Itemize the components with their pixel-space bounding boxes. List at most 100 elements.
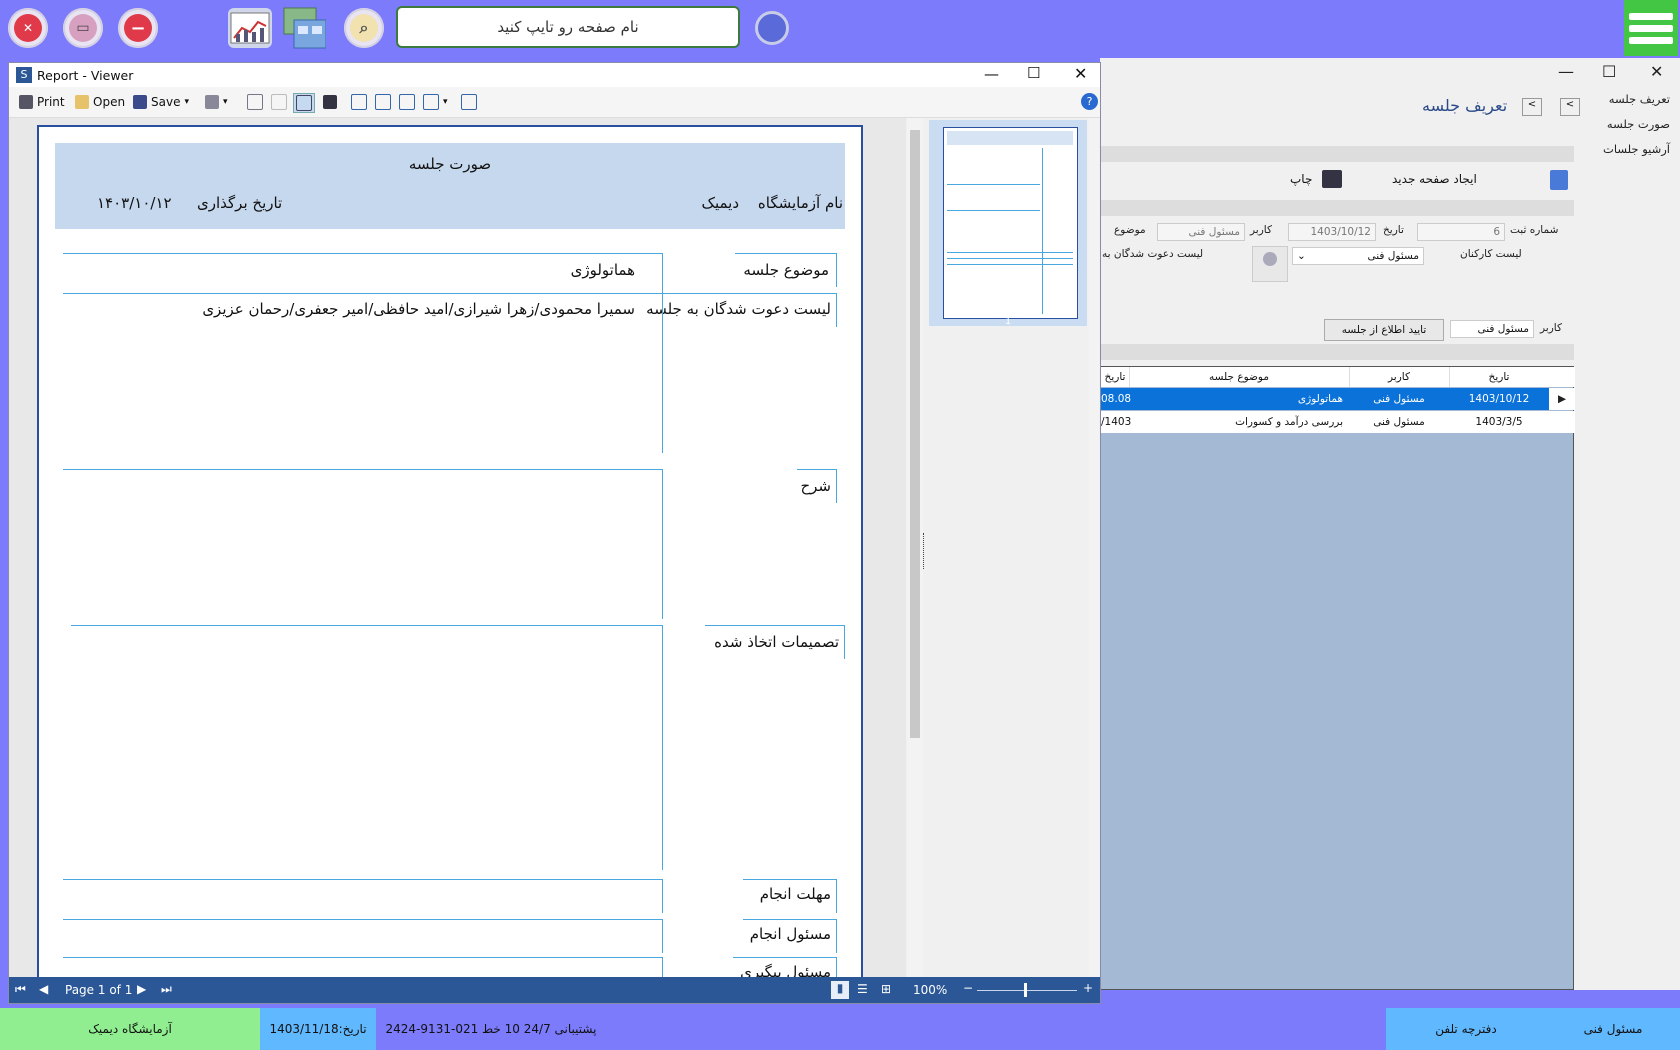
table-row[interactable]: 1403/10/12 مسئول فنی هماتولوژی 08.08 ▶ bbox=[1101, 388, 1575, 410]
open-button[interactable]: Open bbox=[75, 93, 125, 111]
cell-subject: هماتولوژی bbox=[1297, 393, 1343, 405]
viewer-titlebar: S Report - Viewer — ☐ ✕ bbox=[9, 63, 1100, 87]
save-icon bbox=[133, 95, 147, 109]
minimize-app-button[interactable]: − bbox=[118, 8, 158, 48]
full-screen-button[interactable] bbox=[351, 93, 367, 111]
grid-header-date2[interactable]: تاریخ bbox=[1101, 367, 1130, 387]
parameters-button[interactable] bbox=[271, 93, 287, 111]
side-link-archive[interactable]: آرشیو جلسات bbox=[1603, 142, 1670, 156]
nav-right-button[interactable]: < bbox=[1560, 98, 1580, 116]
new-page-icon[interactable] bbox=[1550, 170, 1568, 190]
confirm-meeting-button[interactable]: تایید اطلاع از جلسه bbox=[1324, 319, 1444, 341]
scrollbar-thumb[interactable] bbox=[910, 130, 920, 738]
user-icon bbox=[1263, 252, 1277, 266]
multiple-pages-button[interactable]: ▾ bbox=[423, 93, 448, 111]
responsible-label: مسئول انجام bbox=[749, 925, 831, 943]
windows-icon bbox=[283, 7, 326, 49]
chart-button[interactable] bbox=[228, 8, 272, 48]
page-width-button[interactable] bbox=[461, 93, 477, 111]
first-page-icon[interactable]: ⏮ bbox=[15, 982, 26, 997]
zoom-slider-thumb[interactable] bbox=[1024, 983, 1027, 997]
description-label: شرح bbox=[800, 477, 831, 495]
invitees-label: لیست دعوت شدگان به bbox=[1102, 248, 1204, 260]
maximize-icon[interactable]: ☐ bbox=[1027, 64, 1040, 82]
bookmarks-button[interactable] bbox=[247, 93, 263, 111]
close-icon[interactable]: ✕ bbox=[1074, 64, 1087, 83]
lab-name: آزمایشگاه دیمیک bbox=[0, 1008, 260, 1050]
page-search-input[interactable]: نام صفحه رو تایپ کنید bbox=[396, 6, 740, 48]
zoom-slider[interactable] bbox=[977, 990, 1077, 991]
chart-icon bbox=[230, 12, 270, 44]
close-app-button[interactable]: ✕ bbox=[8, 8, 48, 48]
grid-header-date[interactable]: تاریخ bbox=[1449, 367, 1550, 387]
report-viewer-window: S Report - Viewer — ☐ ✕ Print Open Save ▾… bbox=[8, 62, 1101, 1004]
maximize-icon[interactable]: ☐ bbox=[1602, 62, 1616, 81]
user2-field[interactable]: مسئول فنی bbox=[1450, 320, 1534, 338]
side-link-define-meeting[interactable]: تعریف جلسه bbox=[1609, 92, 1670, 106]
description-value-box bbox=[63, 469, 663, 619]
cell-user: مسئول فنی bbox=[1373, 416, 1425, 428]
print-button[interactable]: Print bbox=[19, 93, 65, 111]
section-divider-3 bbox=[1100, 344, 1574, 360]
continuous-view-icon[interactable]: ☰ bbox=[857, 982, 868, 996]
nav-left-button[interactable]: < bbox=[1522, 98, 1542, 116]
reg-number-field[interactable]: 6 bbox=[1417, 223, 1505, 241]
zoom-in-icon[interactable]: + bbox=[1083, 981, 1093, 995]
phonebook-button[interactable]: دفترچه تلفن bbox=[1386, 1008, 1546, 1050]
single-page-button[interactable] bbox=[375, 93, 391, 111]
subject-value: هماتولوژی bbox=[570, 261, 635, 279]
date-value: ۱۴۰۳/۱۰/۱۲ bbox=[97, 194, 172, 212]
minimize-icon[interactable]: — bbox=[1558, 62, 1574, 81]
thumbnail-line bbox=[1042, 148, 1043, 314]
staff-select[interactable]: مسئول فنی ⌄ bbox=[1292, 247, 1424, 265]
thumbnail-header bbox=[947, 131, 1073, 145]
save-label: Save bbox=[151, 95, 181, 109]
monitor-button[interactable]: ▭ bbox=[63, 8, 103, 48]
thumbnails-panel: 1 bbox=[927, 118, 1099, 977]
last-page-icon[interactable]: ⏭ bbox=[161, 982, 172, 997]
user-field[interactable]: مسئول فنی bbox=[1157, 223, 1245, 241]
grid-header-subject[interactable]: موضوع جلسه bbox=[1129, 367, 1350, 387]
next-page-icon[interactable]: ▶ bbox=[137, 982, 146, 996]
folder-icon bbox=[75, 95, 89, 109]
printer-icon bbox=[19, 95, 33, 109]
thumbnail-line bbox=[947, 210, 1040, 211]
printer-icon[interactable] bbox=[1322, 170, 1342, 188]
multi-page-view-icon[interactable]: ⊞ bbox=[881, 982, 891, 996]
new-page-label[interactable]: ایجاد صفحه جدید bbox=[1392, 172, 1477, 186]
two-pages-button[interactable] bbox=[399, 93, 415, 111]
single-page-view-icon[interactable]: ▮ bbox=[831, 981, 849, 999]
thumbnail-selected[interactable]: 1 bbox=[929, 120, 1087, 327]
print-label[interactable]: چاپ bbox=[1290, 172, 1312, 186]
refresh-button[interactable] bbox=[752, 8, 792, 48]
reg-number-label: شماره ثبت bbox=[1510, 224, 1559, 236]
main-menu-button[interactable] bbox=[1624, 0, 1678, 56]
vertical-scrollbar[interactable] bbox=[907, 118, 923, 977]
zoom-out-icon[interactable]: − bbox=[963, 981, 973, 995]
thumbnails-scrollbar[interactable] bbox=[1089, 118, 1099, 977]
grid-header-user[interactable]: کاربر bbox=[1349, 367, 1450, 387]
save-button[interactable]: Save ▾ bbox=[133, 93, 189, 111]
thumbnails-button[interactable] bbox=[293, 93, 315, 113]
minimize-icon[interactable]: — bbox=[984, 65, 999, 83]
date-field[interactable]: 1403/10/12 bbox=[1288, 223, 1376, 241]
export-button[interactable]: ▾ bbox=[205, 93, 228, 111]
open-label: Open bbox=[93, 95, 126, 109]
side-link-minutes[interactable]: صورت جلسه bbox=[1607, 117, 1670, 131]
two-pages-icon bbox=[399, 94, 415, 110]
cell-user: مسئول فنی bbox=[1373, 393, 1425, 405]
cell-date2: /1403 bbox=[1101, 416, 1132, 428]
prev-page-icon[interactable]: ◀ bbox=[39, 982, 48, 996]
close-icon[interactable]: ✕ bbox=[1650, 62, 1663, 81]
help-icon[interactable]: ? bbox=[1081, 93, 1098, 110]
fullscreen-icon bbox=[351, 94, 367, 110]
table-row[interactable]: 1403/3/5 مسئول فنی بررسی درآمد و کسورات … bbox=[1101, 411, 1575, 433]
support-info: پشتیبانی 24/7 10 خط 021-9131-2424 bbox=[385, 1022, 597, 1036]
find-button[interactable] bbox=[323, 93, 337, 111]
bookmarks-icon bbox=[247, 94, 263, 110]
form-title: تعریف جلسه bbox=[1422, 96, 1508, 115]
add-user-button[interactable] bbox=[1252, 246, 1288, 282]
page-indicator: Page 1 of 1 bbox=[65, 983, 133, 997]
windows-button[interactable] bbox=[282, 7, 326, 49]
search-page-button[interactable]: ⌕ bbox=[344, 8, 384, 48]
